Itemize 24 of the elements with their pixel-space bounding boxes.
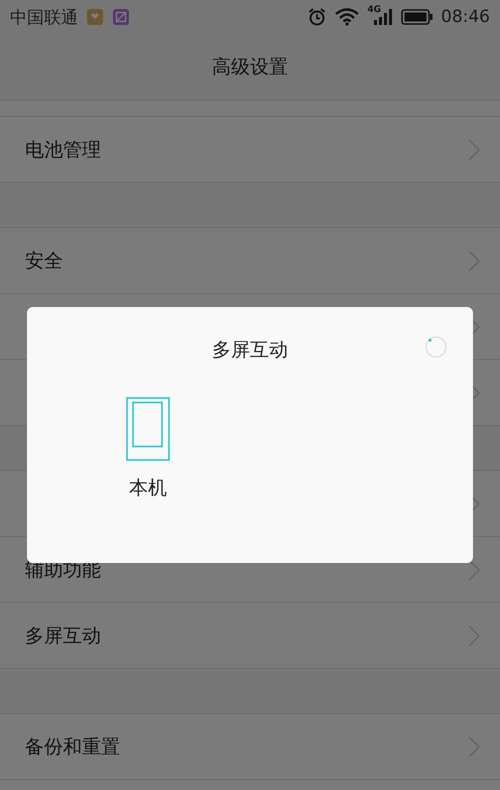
device-label: 本机 xyxy=(129,476,167,501)
chevron-icon xyxy=(468,736,480,758)
network-type: 4G xyxy=(367,5,381,15)
row-label: 备份和重置 xyxy=(25,734,120,760)
chevron-icon xyxy=(468,558,480,580)
settings-row[interactable]: 安全 xyxy=(0,228,500,294)
carrier-name: 中国联通 xyxy=(10,6,78,28)
battery-icon xyxy=(401,9,433,25)
phone-icon xyxy=(126,397,170,461)
clock-time: 08:46 xyxy=(441,7,490,27)
chevron-icon xyxy=(468,138,480,160)
dialog-title: 多屏互动 xyxy=(212,338,288,363)
wifi-icon xyxy=(335,8,360,26)
row-label: 电池管理 xyxy=(25,138,101,162)
chevron-icon xyxy=(468,624,480,646)
notification-icon xyxy=(86,8,104,26)
page-title: 高级设置 xyxy=(212,55,288,80)
settings-row[interactable]: 多屏互动 xyxy=(0,603,500,669)
chevron-icon xyxy=(468,250,480,272)
row-label: 安全 xyxy=(25,248,63,274)
alarm-icon xyxy=(307,7,328,27)
notification-icon xyxy=(112,8,130,26)
row-label: 多屏互动 xyxy=(25,624,101,648)
device-item[interactable]: 本机 xyxy=(122,393,174,505)
